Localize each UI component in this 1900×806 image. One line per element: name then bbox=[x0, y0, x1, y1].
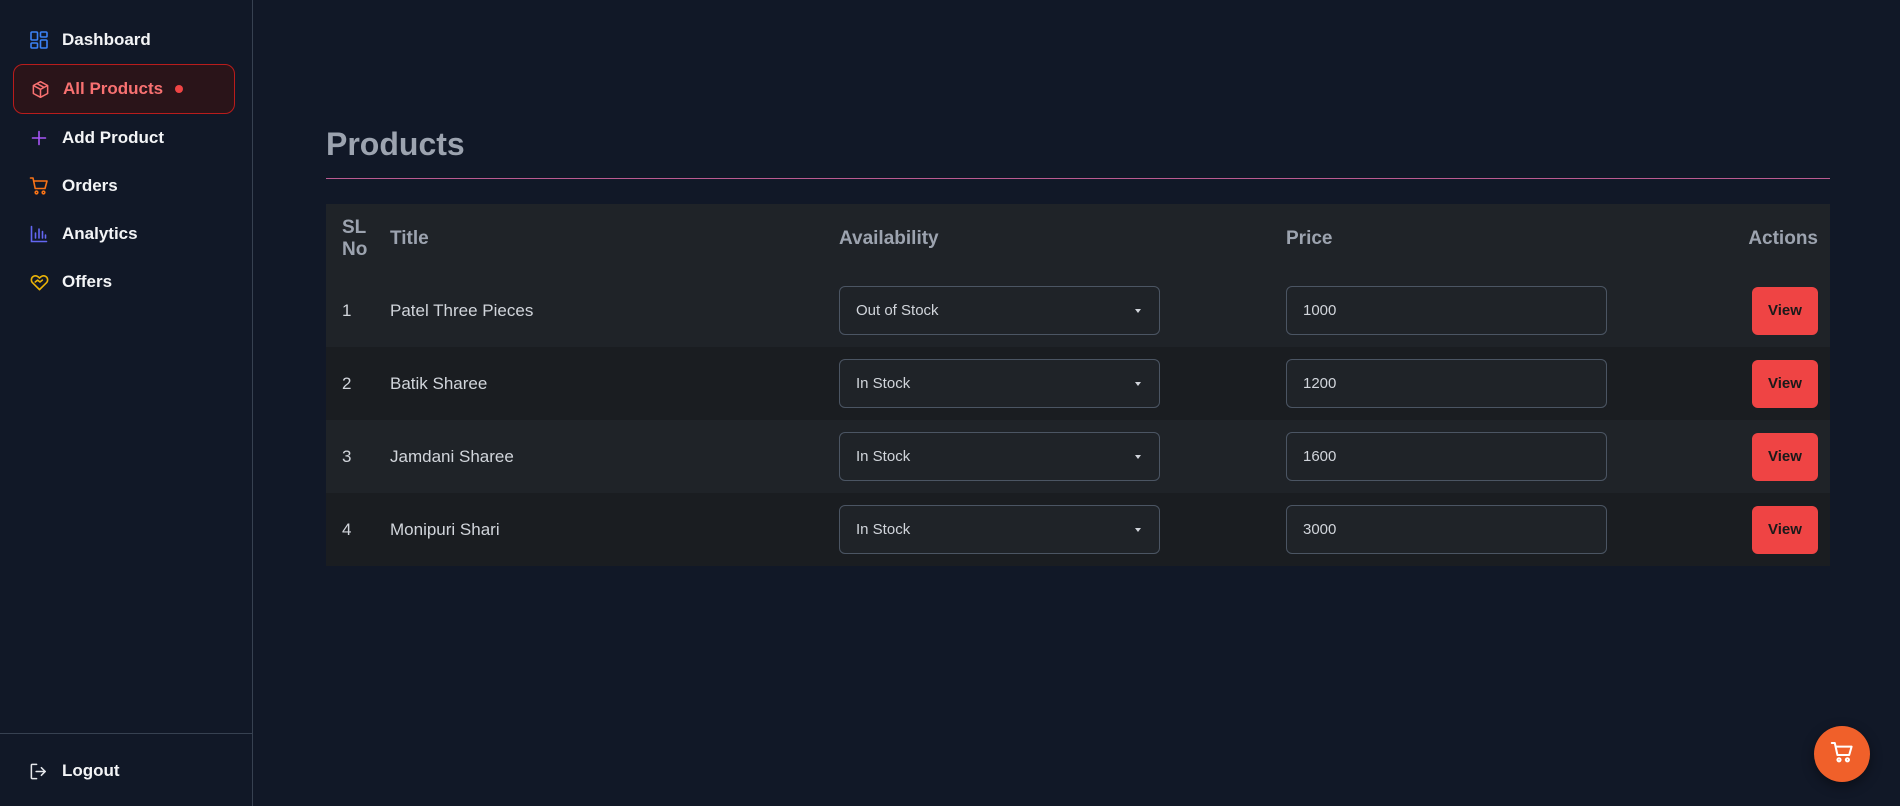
availability-select[interactable]: In Stock bbox=[839, 359, 1160, 408]
row-title: Patel Three Pieces bbox=[390, 300, 534, 320]
sidebar-nav: Dashboard All Products Add Product Order… bbox=[13, 16, 235, 306]
sidebar-item-label: Dashboard bbox=[62, 30, 151, 49]
price-cell: 1600 bbox=[1286, 432, 1752, 481]
price-cell: 1000 bbox=[1286, 286, 1752, 335]
title-divider bbox=[326, 178, 1830, 179]
plus-icon bbox=[29, 128, 49, 148]
box-icon bbox=[30, 79, 50, 99]
view-button[interactable]: View bbox=[1752, 505, 1818, 554]
availability-select[interactable]: In Stock bbox=[839, 432, 1160, 481]
view-button[interactable]: View bbox=[1752, 286, 1818, 335]
price-input[interactable]: 3000 bbox=[1286, 505, 1607, 554]
view-button[interactable]: View bbox=[1752, 359, 1818, 408]
products-table: SL No Title Availability Price Actions 1… bbox=[326, 204, 1830, 566]
logout-button[interactable]: Logout bbox=[29, 761, 120, 781]
table-header: SL No Title Availability Price Actions bbox=[326, 204, 1830, 274]
row-sl-no: 3 bbox=[342, 446, 352, 466]
logout-icon bbox=[29, 761, 49, 781]
row-title: Batik Sharee bbox=[390, 373, 488, 393]
dashboard-icon bbox=[29, 30, 49, 50]
header-availability: Availability bbox=[839, 228, 939, 249]
floating-cart-button[interactable] bbox=[1814, 726, 1870, 782]
table-row: 3 Jamdani Sharee In Stock 1600 View bbox=[326, 420, 1830, 493]
availability-value: In Stock bbox=[856, 448, 911, 465]
sidebar-item-label: Offers bbox=[62, 272, 113, 291]
availability-cell: Out of Stock bbox=[839, 286, 1286, 335]
logout-label: Logout bbox=[62, 761, 120, 780]
header-title: Title bbox=[390, 228, 429, 249]
bar-chart-icon bbox=[29, 224, 49, 244]
sidebar-item-analytics[interactable]: Analytics bbox=[13, 210, 235, 258]
table-row: 2 Batik Sharee In Stock 1200 View bbox=[326, 347, 1830, 420]
header-price: Price bbox=[1286, 228, 1333, 249]
availability-cell: In Stock bbox=[839, 432, 1286, 481]
table-row: 1 Patel Three Pieces Out of Stock 1000 V… bbox=[326, 274, 1830, 347]
header-actions: Actions bbox=[1748, 228, 1818, 249]
row-title: Monipuri Shari bbox=[390, 519, 500, 539]
availability-select[interactable]: In Stock bbox=[839, 505, 1160, 554]
sidebar-item-offers[interactable]: Offers bbox=[13, 258, 235, 306]
availability-cell: In Stock bbox=[839, 505, 1286, 554]
sidebar-item-add-product[interactable]: Add Product bbox=[13, 114, 235, 162]
availability-value: In Stock bbox=[856, 521, 911, 538]
price-input[interactable]: 1000 bbox=[1286, 286, 1607, 335]
price-cell: 3000 bbox=[1286, 505, 1752, 554]
page-title: Products bbox=[326, 126, 465, 162]
price-input[interactable]: 1200 bbox=[1286, 359, 1607, 408]
availability-value: In Stock bbox=[856, 375, 911, 392]
sidebar-item-orders[interactable]: Orders bbox=[13, 162, 235, 210]
row-sl-no: 2 bbox=[342, 373, 352, 393]
availability-select[interactable]: Out of Stock bbox=[839, 286, 1160, 335]
availability-cell: In Stock bbox=[839, 359, 1286, 408]
actions-cell: View bbox=[1752, 286, 1830, 335]
caret-down-icon bbox=[1135, 454, 1141, 459]
app-root: Dashboard All Products Add Product Order… bbox=[0, 0, 1900, 806]
sidebar-item-label: All Products bbox=[63, 79, 164, 98]
row-sl-no: 4 bbox=[342, 519, 352, 539]
table-row: 4 Monipuri Shari In Stock 3000 View bbox=[326, 493, 1830, 566]
sidebar-footer: Logout bbox=[0, 733, 252, 806]
actions-cell: View bbox=[1752, 505, 1830, 554]
caret-down-icon bbox=[1135, 381, 1141, 386]
sidebar-item-label: Orders bbox=[62, 176, 118, 195]
heart-tag-icon bbox=[29, 272, 49, 292]
caret-down-icon bbox=[1135, 527, 1141, 532]
sidebar: Dashboard All Products Add Product Order… bbox=[0, 0, 253, 806]
active-indicator-dot bbox=[175, 85, 184, 93]
view-button[interactable]: View bbox=[1752, 432, 1818, 481]
caret-down-icon bbox=[1135, 308, 1141, 313]
sidebar-item-label: Analytics bbox=[62, 224, 138, 243]
availability-value: Out of Stock bbox=[856, 302, 939, 319]
actions-cell: View bbox=[1752, 359, 1830, 408]
cart-icon bbox=[1830, 740, 1854, 769]
actions-cell: View bbox=[1752, 432, 1830, 481]
sidebar-item-label: Add Product bbox=[62, 128, 164, 147]
row-title: Jamdani Sharee bbox=[390, 446, 514, 466]
header-sl-no: SL No bbox=[342, 217, 368, 260]
cart-icon bbox=[29, 176, 49, 196]
sidebar-item-dashboard[interactable]: Dashboard bbox=[13, 16, 235, 64]
sidebar-item-all-products[interactable]: All Products bbox=[13, 64, 235, 114]
price-input[interactable]: 1600 bbox=[1286, 432, 1607, 481]
row-sl-no: 1 bbox=[342, 300, 352, 320]
price-cell: 1200 bbox=[1286, 359, 1752, 408]
